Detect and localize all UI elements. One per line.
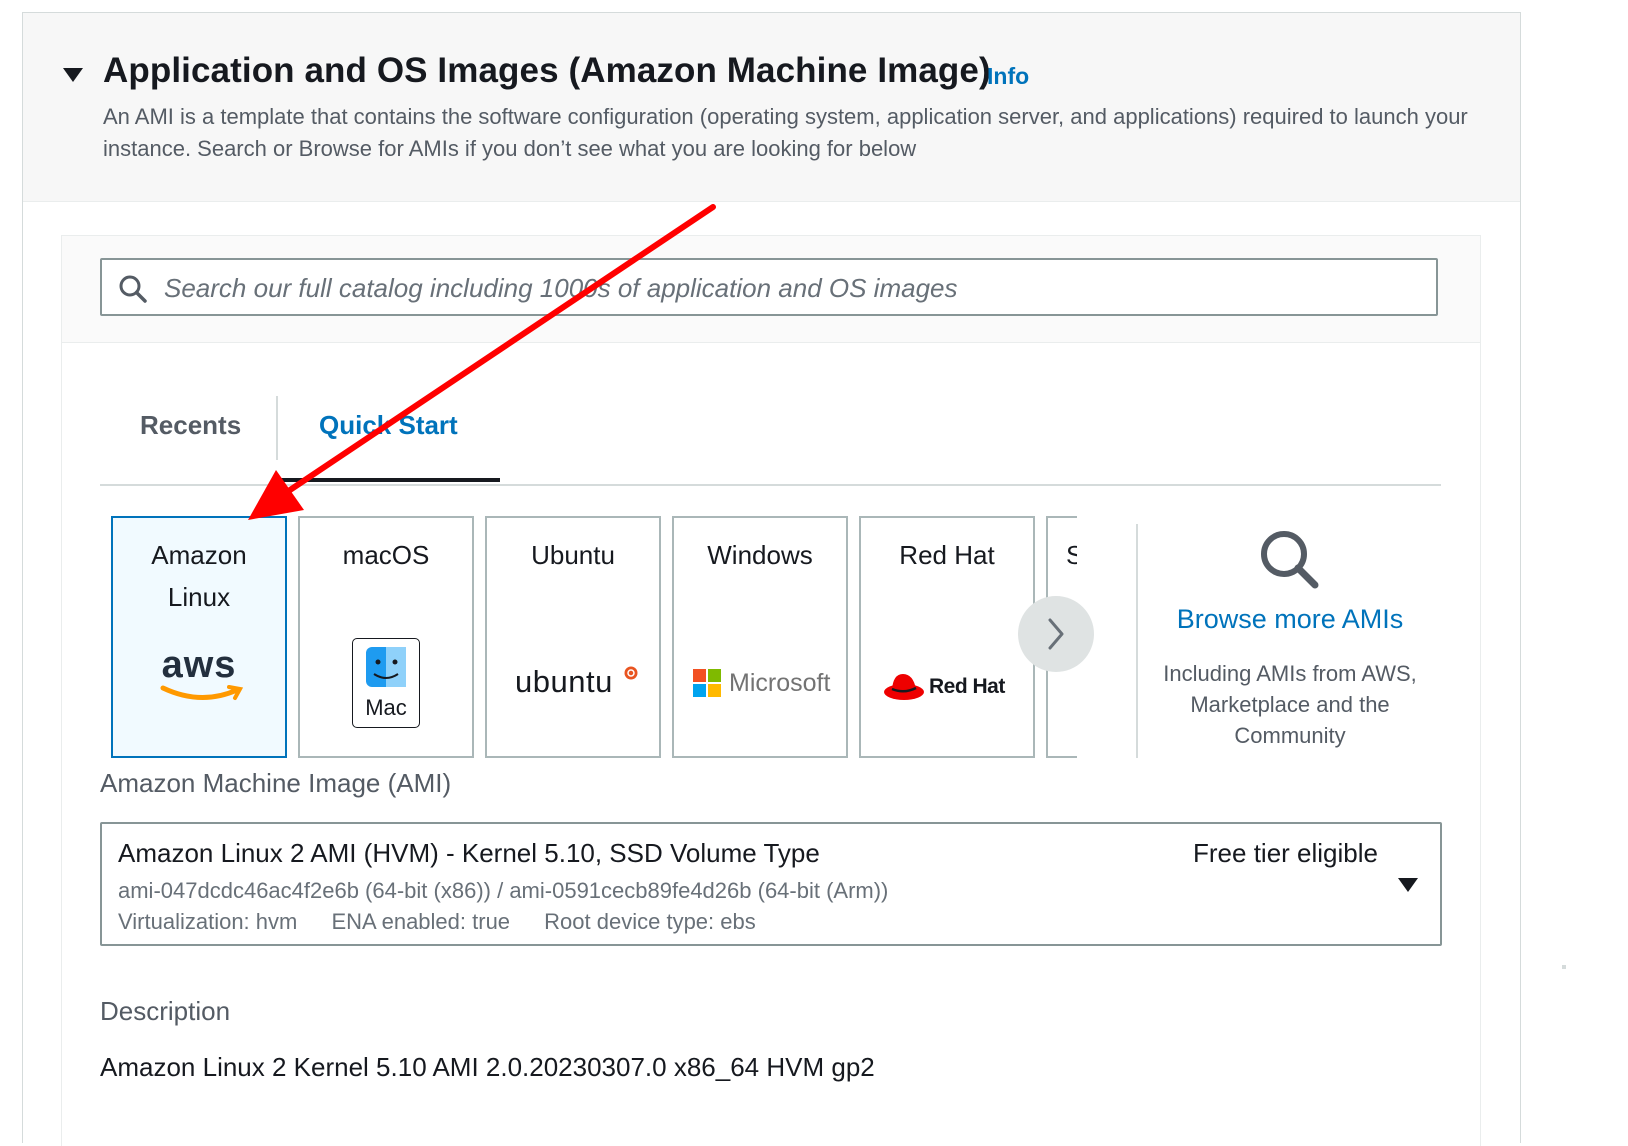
os-tile-label: Ubuntu xyxy=(531,540,615,570)
free-tier-badge: Free tier eligible xyxy=(1193,838,1378,868)
redhat-logo-text: Red Hat xyxy=(929,675,1005,698)
ubuntu-logo-text: ubuntu xyxy=(515,664,613,699)
browse-more-amis-link[interactable]: Browse more AMIs xyxy=(1140,604,1440,635)
carousel-next-button[interactable] xyxy=(1018,596,1094,672)
os-tile-label: Red Hat xyxy=(899,540,995,570)
mac-logo: Mac xyxy=(352,638,420,728)
search-icon xyxy=(119,275,147,303)
browse-divider xyxy=(1136,524,1138,758)
ami-search-box[interactable] xyxy=(100,258,1438,316)
browse-description: Including AMIs from AWS, Marketplace and… xyxy=(1163,661,1417,748)
os-tile-label: S xyxy=(1066,540,1077,570)
ami-ids: ami-047dcdc46ac4f2e6b (64-bit (x86)) / a… xyxy=(118,878,889,903)
os-tile-label: Amazon Linux xyxy=(151,540,247,612)
search-strip xyxy=(62,236,1480,343)
os-tile-macos[interactable]: macOS Mac xyxy=(298,516,474,758)
redhat-hat-icon xyxy=(884,674,924,700)
os-tile-amazon-linux[interactable]: Amazon Linux aws xyxy=(111,516,287,758)
ami-select-dropdown[interactable]: Amazon Linux 2 AMI (HVM) - Kernel 5.10, … xyxy=(100,822,1442,946)
scrollbar-hint xyxy=(1562,965,1566,969)
chevron-right-icon xyxy=(1048,618,1064,650)
active-tab-indicator xyxy=(280,478,500,482)
os-tile-red-hat[interactable]: Red Hat Red Hat xyxy=(859,516,1035,758)
ami-search-input[interactable] xyxy=(162,260,1426,316)
tab-divider xyxy=(276,396,278,460)
dropdown-caret-icon xyxy=(1398,878,1418,892)
description-value: Amazon Linux 2 Kernel 5.10 AMI 2.0.20230… xyxy=(100,1052,875,1082)
section-description: An AMI is a template that contains the s… xyxy=(103,104,1468,161)
ami-tabs: Recents Quick Start xyxy=(100,386,1441,486)
microsoft-logo-icon xyxy=(693,669,721,697)
ami-field-label: Amazon Machine Image (AMI) xyxy=(100,768,452,798)
mac-logo-text: Mac xyxy=(365,695,407,720)
ubuntu-circle-icon xyxy=(624,666,638,680)
os-tile-label: Windows xyxy=(707,540,813,570)
ami-root-device: Root device type: ebs xyxy=(544,909,756,934)
finder-icon xyxy=(366,647,406,687)
magnifier-icon xyxy=(1261,531,1319,589)
ami-virtualization: Virtualization: hvm xyxy=(118,909,298,934)
ami-name: Amazon Linux 2 AMI (HVM) - Kernel 5.10, … xyxy=(118,838,820,868)
section-header: Application and OS Images (Amazon Machin… xyxy=(23,13,1520,202)
os-tile-windows[interactable]: Windows Microsoft xyxy=(672,516,848,758)
os-tile-ubuntu[interactable]: Ubuntu ubuntu xyxy=(485,516,661,758)
aws-logo: aws xyxy=(113,646,285,711)
aws-logo-text: aws xyxy=(161,644,237,686)
info-link[interactable]: Info xyxy=(987,63,1029,90)
microsoft-logo-text: Microsoft xyxy=(729,669,831,697)
ami-meta: Virtualization: hvm ENA enabled: true Ro… xyxy=(118,909,784,935)
collapse-caret-icon[interactable] xyxy=(63,68,83,82)
os-tile-label: macOS xyxy=(342,540,430,570)
aws-smile-icon xyxy=(160,685,244,701)
tab-recents[interactable]: Recents xyxy=(140,410,241,441)
section-title: Application and OS Images (Amazon Machin… xyxy=(103,51,991,90)
description-label: Description xyxy=(100,996,231,1026)
os-tile-carousel: Amazon Linux aws macOS Mac Ubuntu ubuntu… xyxy=(111,516,1077,760)
tab-quick-start[interactable]: Quick Start xyxy=(319,410,458,441)
ami-ena: ENA enabled: true xyxy=(331,909,511,934)
